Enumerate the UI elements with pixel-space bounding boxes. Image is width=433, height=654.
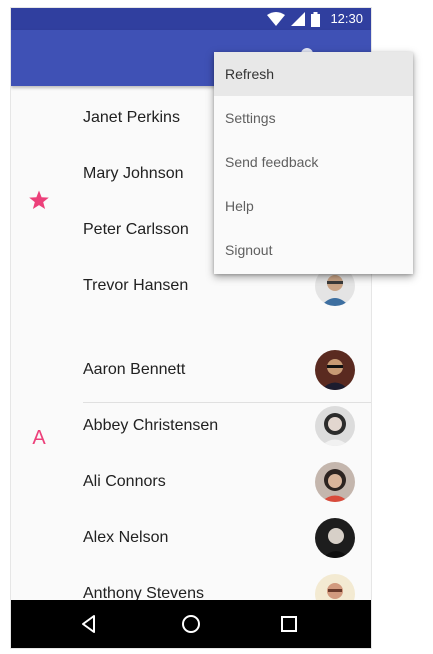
menu-item-signout[interactable]: Signout [214,228,413,272]
battery-icon [311,11,321,27]
navigation-bar [11,600,371,648]
menu-item-refresh[interactable]: Refresh [214,52,413,96]
overflow-menu: Refresh Settings Send feedback Help Sign… [214,52,413,274]
avatar [315,518,355,558]
back-icon[interactable] [77,612,101,636]
contact-name: Ali Connors [83,473,166,490]
contact-name: Alex Nelson [83,529,169,546]
avatar [315,574,355,600]
avatar [315,406,355,446]
menu-item-send-feedback[interactable]: Send feedback [214,140,413,184]
wifi-icon [267,12,286,26]
list-item[interactable]: Ali Connors [11,454,371,510]
contact-name: Abbey Christensen [83,417,219,434]
menu-item-help[interactable]: Help [214,184,413,228]
status-time: 12:30 [330,11,363,26]
home-icon[interactable] [179,612,203,636]
list-item[interactable]: Aaron Bennett [11,342,371,398]
recents-icon[interactable] [277,612,301,636]
contact-name: Aaron Bennett [83,361,186,378]
contact-name: Peter Carlsson [83,221,189,238]
list-item[interactable]: Alex Nelson [11,510,371,566]
list-item[interactable]: Abbey Christensen [11,398,371,454]
avatar [315,350,355,390]
status-bar: 12:30 [11,8,371,30]
signal-icon [291,12,306,26]
menu-item-settings[interactable]: Settings [214,96,413,140]
avatar [315,462,355,502]
contact-name: Mary Johnson [83,165,184,182]
contact-name: Anthony Stevens [83,585,204,600]
list-item[interactable]: Anthony Stevens [11,566,371,600]
contact-name: Janet Perkins [83,109,180,126]
contact-name: Trevor Hansen [83,277,189,294]
